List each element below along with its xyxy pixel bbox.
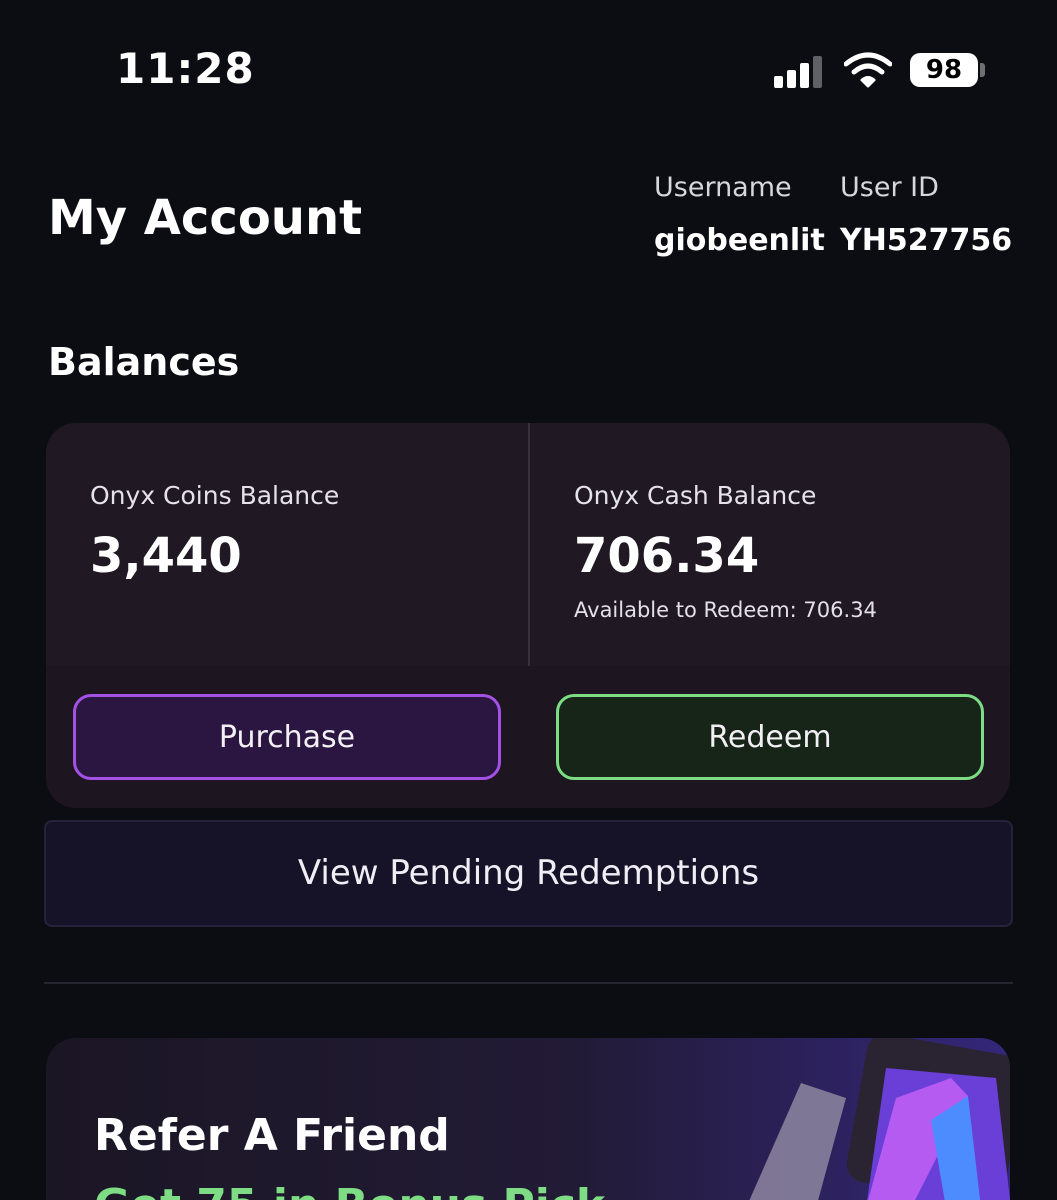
refer-subtitle: Get 75 in Bonus Pick (94, 1180, 605, 1200)
battery-tip (980, 63, 985, 77)
balances-card: Onyx Coins Balance 3,440 Onyx Cash Balan… (46, 423, 1010, 808)
cash-balance-label: Onyx Cash Balance (574, 481, 817, 510)
coins-balance-value: 3,440 (90, 528, 242, 584)
account-screen: 11:28 98 My Account Username giobeenlit … (0, 0, 1057, 1200)
available-to-redeem: Available to Redeem: 706.34 (574, 598, 877, 622)
gift-card-illustration (749, 1038, 1010, 1200)
coins-balance-label: Onyx Coins Balance (90, 481, 340, 510)
purchase-button[interactable]: Purchase (73, 694, 501, 780)
cash-balance: Onyx Cash Balance 706.34 Available to Re… (574, 481, 877, 622)
refer-a-friend-card[interactable]: Refer A Friend Get 75 in Bonus Pick (46, 1038, 1010, 1200)
cash-balance-value: 706.34 (574, 528, 760, 584)
userid-block: User ID YH527756 (840, 172, 1012, 258)
status-time: 11:28 (116, 44, 255, 93)
wifi-icon (844, 52, 892, 88)
refer-title: Refer A Friend (94, 1110, 450, 1161)
username-label: Username (654, 172, 792, 203)
balances-title: Balances (48, 340, 240, 384)
coins-balance: Onyx Coins Balance 3,440 (90, 481, 339, 584)
userid-value: YH527756 (840, 223, 1013, 258)
username-value: giobeenlit (654, 223, 825, 258)
page-title: My Account (48, 190, 363, 246)
redeem-button[interactable]: Redeem (556, 694, 984, 780)
view-pending-redemptions-button[interactable]: View Pending Redemptions (44, 820, 1013, 927)
battery-icon: 98 (910, 53, 978, 87)
section-divider (44, 982, 1013, 984)
signal-icon (774, 56, 826, 88)
username-block: Username giobeenlit (654, 172, 825, 258)
balances-divider (528, 423, 530, 666)
userid-label: User ID (840, 172, 939, 203)
